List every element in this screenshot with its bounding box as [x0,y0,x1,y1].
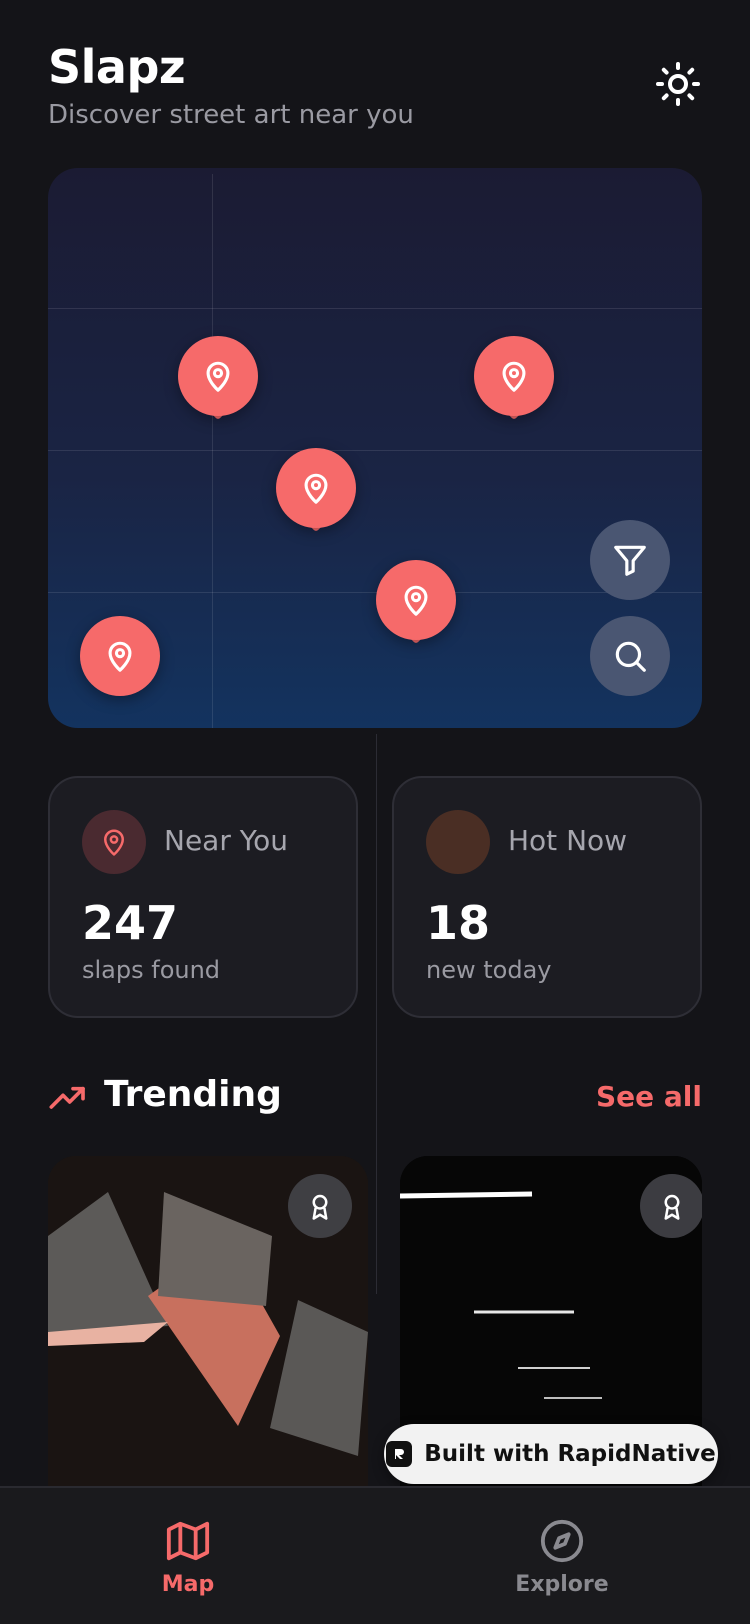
stat-icon [426,810,490,874]
trending-up-icon [49,1086,85,1109]
stat-card-near-you[interactable]: Near You 247 slaps found [48,776,358,1018]
map-pin-icon [108,641,132,672]
map-grid-line [212,174,213,728]
map-grid-line [376,734,377,1294]
award-badge[interactable] [640,1174,702,1238]
tab-label: Map [161,1572,215,1597]
stat-icon [82,810,146,874]
map-pin-icon [104,829,124,856]
award-badge[interactable] [288,1174,352,1238]
map-icon [166,1521,210,1561]
app-subtitle: Discover street art near you [48,100,414,130]
tab-map[interactable]: Map [88,1518,288,1597]
section-title: Trending [104,1074,282,1115]
stat-label: Hot Now [508,824,628,857]
map-pin-icon [404,585,428,616]
map-pin[interactable] [276,448,356,533]
trending-card[interactable] [48,1156,368,1486]
map-pin-icon [206,361,230,392]
search-button[interactable] [590,616,670,696]
see-all-link[interactable]: See all [596,1080,702,1113]
tab-label: Explore [515,1572,609,1597]
map-grid-line [48,308,702,309]
stat-label: Near You [164,824,289,857]
map-pin-icon [502,361,526,392]
theme-toggle-button[interactable] [652,58,704,110]
filter-icon [614,545,646,576]
tab-explore[interactable]: Explore [462,1518,662,1597]
rapidnative-logo-icon [386,1441,413,1467]
map-pin[interactable] [178,336,258,421]
map-pin[interactable] [474,336,554,421]
bottom-tab-bar: Map Explore [0,1486,750,1624]
map-pin[interactable] [376,560,456,645]
award-icon [312,1194,328,1220]
stat-caption: slaps found [82,956,221,984]
stat-value: 247 [82,896,179,950]
map-grid-line [48,450,702,451]
compass-icon [540,1519,584,1563]
header: Slapz Discover street art near you [48,38,414,130]
app-title: Slapz [48,40,186,94]
built-with-label: Built with RapidNative [424,1441,716,1467]
built-with-badge[interactable]: Built with RapidNative [384,1424,718,1484]
search-icon [615,641,646,672]
map-view[interactable] [48,168,702,728]
trending-header: Trending See all [48,1070,702,1126]
map-pin-icon [304,473,328,504]
stat-value: 18 [426,896,491,950]
sun-icon [656,62,700,106]
filter-button[interactable] [590,520,670,600]
award-icon [664,1194,680,1220]
stat-card-hot-now[interactable]: Hot Now 18 new today [392,776,702,1018]
stat-caption: new today [426,956,552,984]
map-grid-line [48,592,702,593]
map-pin[interactable] [80,616,160,696]
